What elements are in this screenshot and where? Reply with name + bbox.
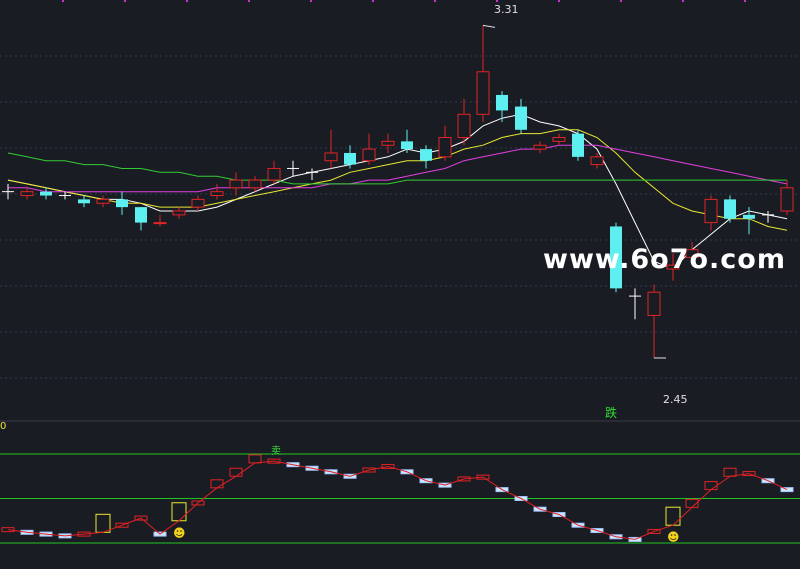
candle-body: [267, 167, 281, 181]
candle-body: [743, 214, 755, 219]
grid-dot: [62, 0, 64, 2]
candle-body: [78, 199, 90, 204]
stock-chart: [0, 0, 800, 544]
candle-body: [20, 191, 34, 197]
candle-body: [420, 149, 432, 161]
candle-body: [401, 141, 413, 150]
grid-dot: [496, 0, 498, 2]
candle-body: [515, 106, 527, 130]
candle-body: [40, 191, 52, 196]
candle-body: [496, 94, 508, 111]
indicator-bar: [723, 467, 737, 477]
grid-dot: [744, 0, 746, 2]
candle-body: [362, 148, 376, 162]
high-marker-arrow: [482, 24, 496, 28]
candle-body: [210, 191, 224, 197]
grid-dot: [682, 0, 684, 2]
candle-body: [324, 152, 338, 162]
indicator-bar: [229, 467, 243, 477]
candle-body: [248, 179, 262, 189]
candle-body: [438, 137, 452, 158]
candle-body: [572, 133, 584, 157]
candle-body: [191, 198, 205, 208]
low-price-label: 2.45: [663, 393, 688, 406]
candle-body: [457, 113, 471, 139]
candle-body: [135, 207, 147, 223]
candle-body: [724, 199, 736, 219]
price-gridlines: [0, 0, 800, 379]
candle-body: [229, 179, 243, 189]
candle-body: [704, 198, 718, 224]
indicator-level-lines: [0, 453, 800, 544]
candle-body: [96, 198, 110, 204]
candle-body: [533, 144, 547, 150]
candle-body: [552, 137, 566, 142]
grid-dot: [558, 0, 560, 2]
candle-body: [476, 71, 490, 115]
high-price-marker: [482, 24, 496, 28]
indicator-signal-box: [95, 513, 111, 533]
indicator-signal-box: [665, 506, 681, 526]
sell-signal-label: 卖: [271, 446, 281, 457]
indicator-bar: [704, 481, 718, 491]
moving-average-line: [7, 152, 787, 185]
drop-signal-label: 跌: [605, 406, 618, 420]
candle-body: [344, 152, 356, 165]
high-price-label: 3.31: [494, 3, 519, 16]
watermark: www.6o7o.com: [543, 244, 786, 275]
grid-dot: [372, 0, 374, 2]
smiley-icon: ☻: [667, 530, 680, 545]
candle-body: [172, 210, 186, 216]
grid-dot: [310, 0, 312, 2]
indicator-bar: [210, 479, 224, 489]
candle-body: [647, 291, 661, 316]
grid-dot: [434, 0, 436, 2]
grid-dot: [248, 0, 250, 2]
indicator-signal-box: [171, 502, 187, 522]
grid-dot: [124, 0, 126, 2]
smiley-icon: ☻: [173, 525, 186, 540]
candle-body: [780, 187, 794, 212]
candle-body: [381, 140, 395, 146]
grid-dot: [620, 0, 622, 2]
indicator-zero-label: 0: [0, 421, 7, 432]
candle-body: [153, 222, 167, 225]
grid-dot: [186, 0, 188, 2]
indicator-bar: [248, 454, 262, 464]
candle-body: [590, 156, 604, 166]
candle-body: [116, 199, 128, 208]
